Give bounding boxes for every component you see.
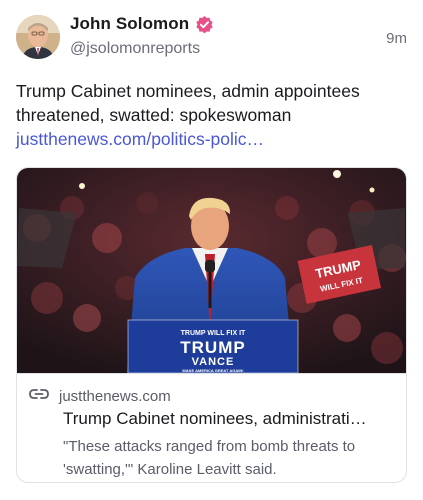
- link-preview-card[interactable]: TRUMP WILL FIX IT TRUMP WILL FIX IT TRUM…: [16, 167, 407, 483]
- podium-banner: TRUMP WILL FIX IT: [181, 330, 246, 337]
- post-header: John Solomon @jsolomonreports 9m: [16, 14, 407, 62]
- link-preview-meta[interactable]: justthenews.com Trump Cabinet nominees, …: [17, 373, 406, 482]
- post-text: Trump Cabinet nominees, admin appointees…: [16, 81, 360, 125]
- link-description: "These attacks ranged from bomb threats …: [63, 438, 356, 478]
- author-name[interactable]: John Solomon: [70, 14, 189, 34]
- avatar[interactable]: [16, 15, 60, 59]
- post-timestamp[interactable]: 9m: [386, 30, 407, 47]
- link-preview-image[interactable]: TRUMP WILL FIX IT TRUMP WILL FIX IT TRUM…: [17, 168, 406, 373]
- link-icon: [29, 387, 49, 405]
- podium-vp: VANCE: [192, 356, 235, 368]
- link-domain: justthenews.com: [59, 387, 171, 405]
- post-link[interactable]: justthenews.com/politics-polic…: [16, 127, 407, 151]
- link-title: Trump Cabinet nominees, administrati…: [63, 409, 367, 428]
- podium-name: TRUMP: [180, 338, 245, 357]
- author-handle[interactable]: @jsolomonreports: [70, 40, 200, 58]
- post-body: Trump Cabinet nominees, admin appointees…: [16, 79, 407, 151]
- verified-badge-icon: [195, 15, 214, 34]
